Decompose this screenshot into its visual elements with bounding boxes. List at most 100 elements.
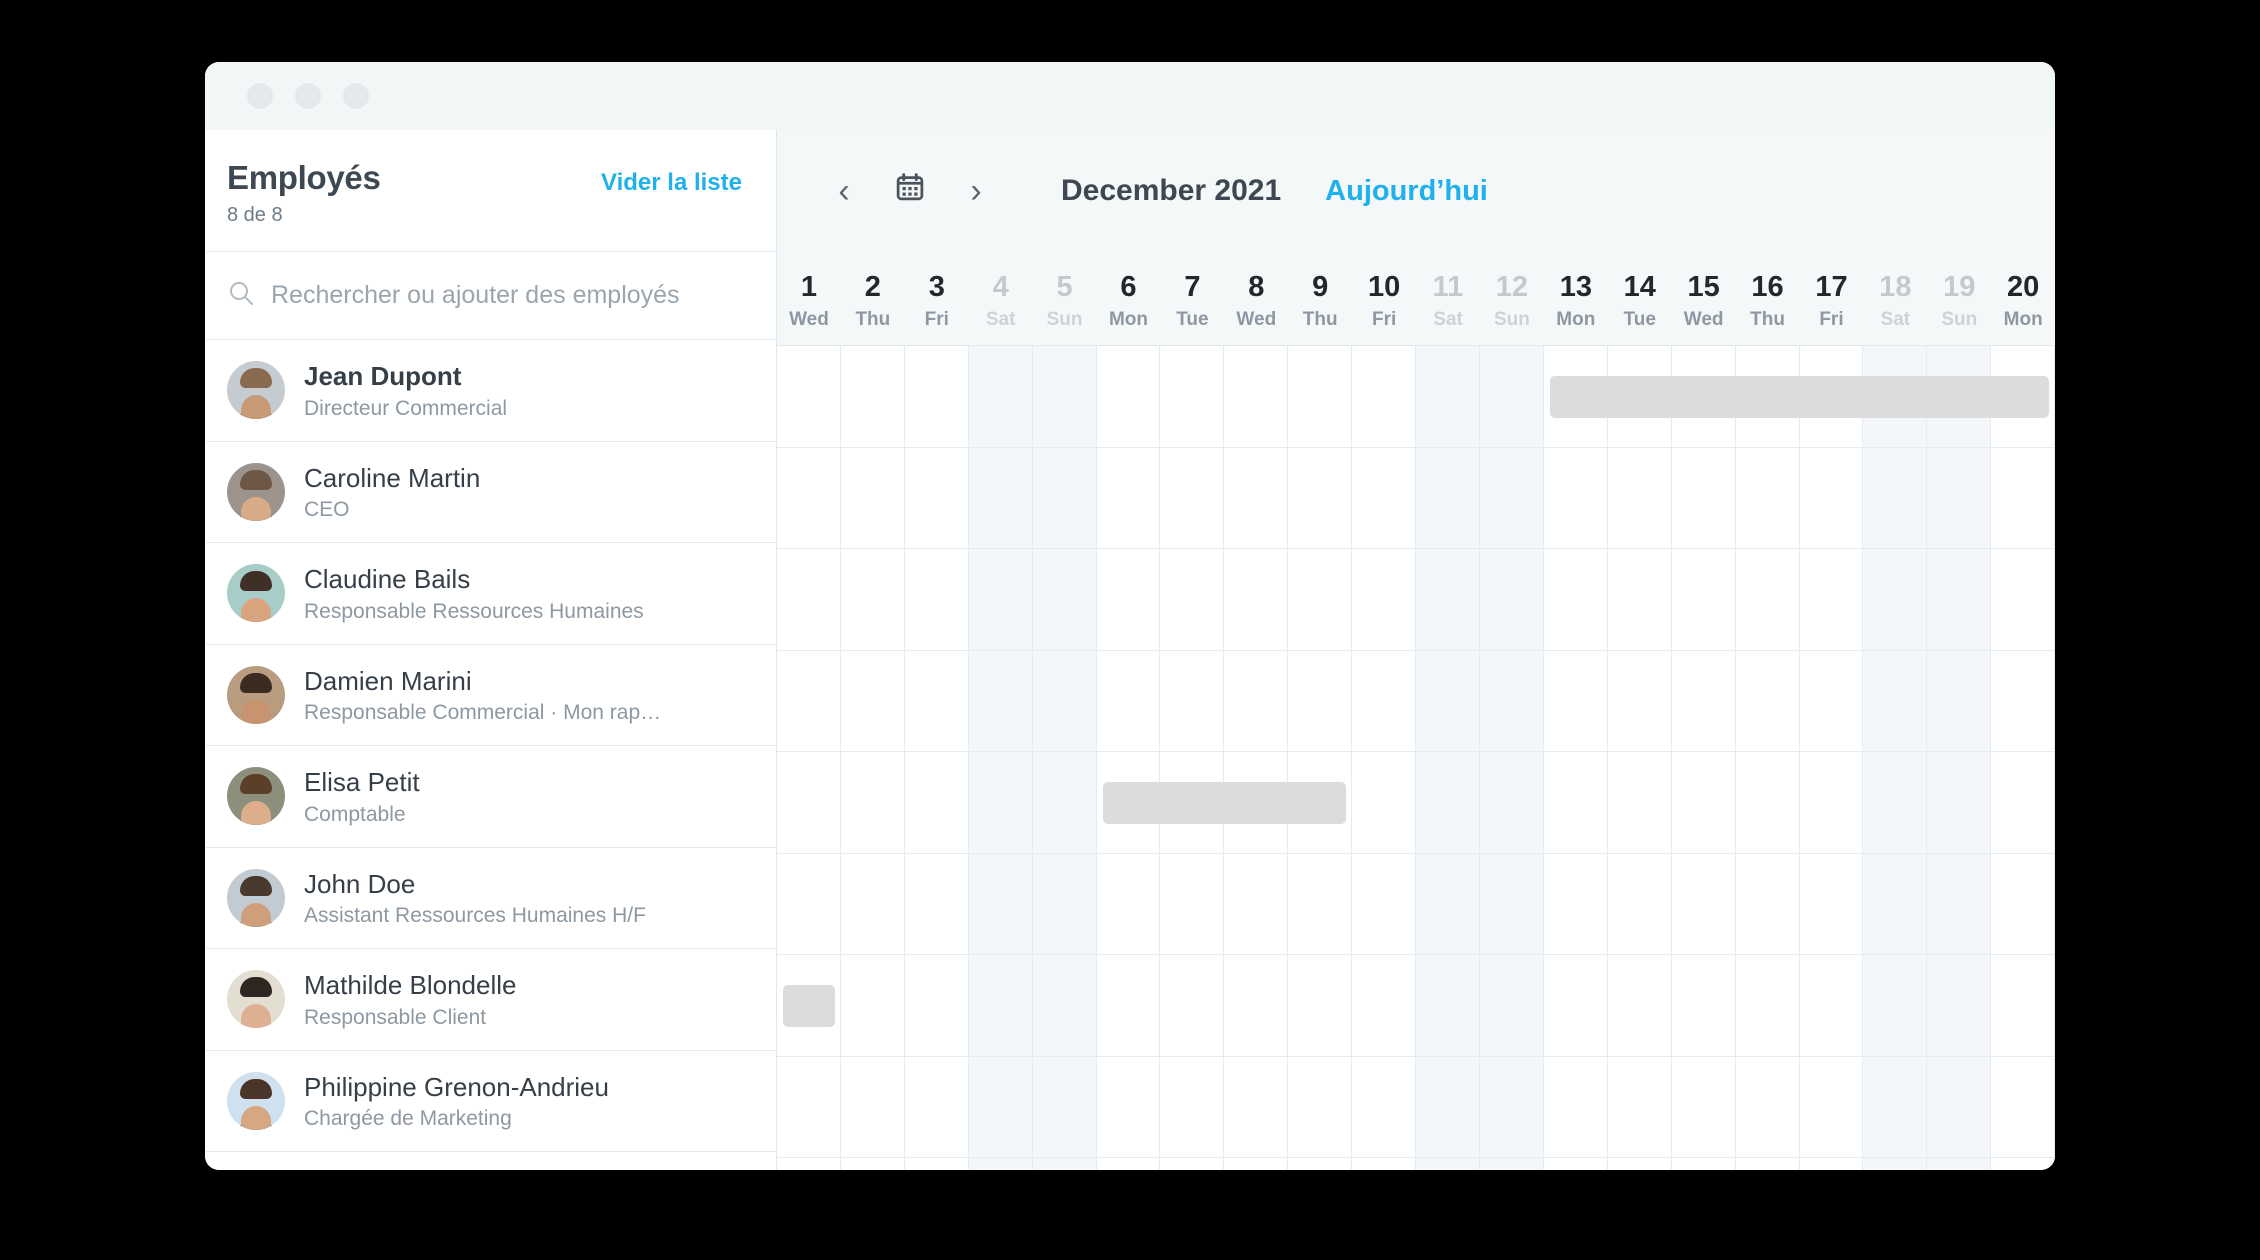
list-item[interactable]: John Doe Assistant Ressources Humaines H/… [205,847,776,949]
employee-name: Jean Dupont [304,361,462,391]
employee-text: John Doe Assistant Ressources Humaines H/… [304,868,646,929]
window-titlebar [205,62,2055,130]
search-row[interactable] [205,252,776,340]
list-item[interactable]: Claudine Bails Responsable Ressources Hum… [205,543,776,645]
event-bar[interactable] [1549,376,2049,418]
sidebar-header: Employés 8 de 8 Vider la liste [205,130,776,252]
day-weekday: Wed [789,308,829,330]
day-weekday: Sat [1433,308,1463,330]
employees-count: 8 de 8 [227,203,283,226]
day-header-row: 1 Wed 2 Thu 3 Fri 4 Sat 5 Sun 6 Mon 7 Tue 8 Wed 9 Thu 10 Fr… [777,252,2055,346]
day-header-cell[interactable]: 10 Fri [1352,252,1416,345]
employees-sidebar: Employés 8 de 8 Vider la liste Jean Dupo… [205,130,777,1170]
clear-list-link[interactable]: Vider la liste [601,169,742,197]
day-number: 10 [1367,271,1401,304]
list-item[interactable]: Mathilde Blondelle Responsable Client [205,949,776,1051]
day-header-cell[interactable]: 4 Sat [969,252,1033,345]
avatar [227,970,285,1029]
day-header-cell[interactable]: 7 Tue [1160,252,1224,345]
employee-name: Damien Marini [304,665,472,696]
list-item[interactable]: Damien Marini Responsable Commercial · Mo… [205,644,776,746]
sidebar-title-block: Employés 8 de 8 [227,159,381,227]
day-number: 4 [992,271,1009,304]
employee-text: Claudine Bails Responsable Ressources Hum… [304,563,644,624]
next-month-button[interactable]: › [947,162,1005,220]
day-number: 15 [1687,271,1720,304]
search-input[interactable] [271,281,754,310]
employee-role: Chargée de Marketing [304,1107,512,1130]
day-header-cell[interactable]: 14 Tue [1608,252,1672,345]
day-weekday: Mon [2003,308,2043,330]
minimize-dot[interactable] [295,83,321,109]
employee-text: Caroline Martin CEO [304,462,480,523]
day-weekday: Sun [1046,308,1083,330]
list-item[interactable]: Elisa Petit Comptable [205,746,776,848]
day-header-cell[interactable]: 20 Mon [1991,252,2055,345]
event-bar[interactable] [1102,782,1347,824]
event-layer [777,346,2055,1170]
day-header-cell[interactable]: 18 Sat [1863,252,1927,345]
day-header-cell[interactable]: 3 Fri [905,252,969,345]
day-weekday: Wed [1236,308,1277,330]
employee-role: Assistant Ressources Humaines H/F [304,904,646,927]
list-item[interactable]: Caroline Martin CEO [205,441,776,543]
employee-name: Caroline Martin [304,462,481,493]
day-header-cell[interactable]: 13 Mon [1544,252,1608,345]
day-header-cell[interactable]: 12 Sun [1480,252,1544,345]
today-button[interactable]: Aujourd’hui [1325,175,1488,208]
event-bar[interactable] [783,985,835,1027]
day-header-cell[interactable]: 2 Thu [841,252,905,345]
day-number: 20 [2007,271,2040,304]
employee-name: Elisa Petit [304,767,420,797]
avatar [227,767,285,826]
page-title: Employés [227,159,381,196]
day-number: 6 [1120,271,1137,304]
calendar-panel: ‹ › December 2021 Aujourd’hui 1 Wed 2 Th… [777,130,2055,1170]
calendar-toolbar: ‹ › December 2021 Aujourd’hui [777,130,2055,252]
employee-name: Mathilde Blondelle [304,970,517,1000]
day-weekday: Thu [1302,308,1338,330]
day-header-cell[interactable]: 6 Mon [1097,252,1161,345]
employee-text: Jean Dupont Directeur Commercial [304,360,507,421]
employee-list: Jean Dupont Directeur Commercial Caroline … [205,340,776,1170]
day-weekday: Mon [1556,308,1596,330]
day-weekday: Sat [985,308,1016,330]
day-weekday: Fri [1371,308,1397,330]
maximize-dot[interactable] [343,83,369,109]
prev-month-button[interactable]: ‹ [815,162,873,220]
day-weekday: Thu [1750,308,1785,330]
day-number: 7 [1184,271,1201,304]
calendar-icon [895,172,925,211]
day-weekday: Thu [855,308,891,330]
day-header-cell[interactable]: 5 Sun [1033,252,1097,345]
employee-text: Elisa Petit Comptable [304,766,420,827]
avatar [227,868,285,927]
day-number: 11 [1432,271,1464,304]
day-header-cell[interactable]: 16 Thu [1736,252,1800,345]
day-header-cell[interactable]: 17 Fri [1800,252,1864,345]
calendar-grid [777,346,2055,1170]
day-header-cell[interactable]: 15 Wed [1672,252,1736,345]
employee-name: John Doe [304,868,416,899]
day-number: 16 [1751,271,1784,304]
close-dot[interactable] [247,83,273,109]
day-header-cell[interactable]: 1 Wed [777,252,841,345]
day-header-cell[interactable]: 9 Thu [1288,252,1352,345]
day-header-cell[interactable]: 8 Wed [1224,252,1288,345]
day-number: 18 [1879,271,1912,304]
app-window: Employés 8 de 8 Vider la liste Jean Dupo… [205,62,2055,1170]
employee-name: Philippine Grenon-Andrieu [304,1071,609,1102]
day-weekday: Sun [1493,308,1530,330]
day-header-cell[interactable]: 11 Sat [1416,252,1480,345]
month-label: December 2021 [1061,174,1282,207]
day-number: 5 [1056,271,1073,304]
calendar-icon-button[interactable] [873,162,947,220]
day-number: 2 [864,271,881,304]
day-weekday: Fri [924,308,949,330]
day-header-cell[interactable]: 19 Sun [1927,252,1991,345]
avatar [227,361,285,420]
employee-role: CEO [304,498,350,521]
list-item[interactable]: Philippine Grenon-Andrieu Chargée de Mark… [205,1050,776,1152]
search-icon [227,279,255,312]
list-item[interactable]: Jean Dupont Directeur Commercial [205,340,776,442]
